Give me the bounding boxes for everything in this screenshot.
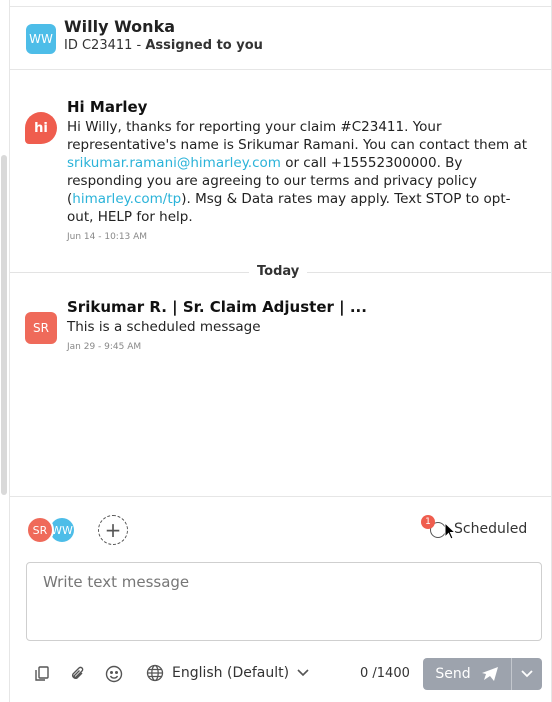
assignment-status: Assigned to you (145, 38, 263, 53)
scheduled-button[interactable]: 1 Scheduled (421, 515, 528, 541)
send-options-button[interactable] (511, 658, 542, 690)
scrollbar[interactable] (1, 155, 7, 495)
copy-icon[interactable] (32, 664, 52, 684)
message-sender: Srikumar R. | Sr. Claim Adjuster | ... (67, 298, 367, 316)
conversation-header: WW Willy Wonka ID C23411 - Assigned to y… (10, 6, 551, 70)
participant-avatar[interactable]: SR (26, 516, 54, 544)
left-rail (0, 0, 10, 702)
customer-avatar: WW (26, 24, 56, 54)
customer-name: Willy Wonka (64, 17, 175, 36)
mouse-cursor-icon (444, 522, 456, 540)
language-selector[interactable]: English (Default) (146, 664, 309, 682)
emoji-icon[interactable] (104, 664, 124, 684)
send-label: Send (435, 666, 471, 682)
globe-icon (146, 664, 164, 682)
chevron-down-icon (297, 669, 309, 677)
composer-toolbar: English (Default) 0 /1400 Send (26, 658, 542, 690)
send-button[interactable]: Send (423, 658, 511, 690)
date-divider-label: Today (249, 264, 308, 279)
scheduled-label: Scheduled (454, 521, 528, 537)
message-body: Hi Willy, thanks for reporting your clai… (67, 118, 533, 226)
message-body: This is a scheduled message (67, 319, 261, 335)
message-text: Hi Willy, thanks for reporting your clai… (67, 119, 528, 153)
add-participant-button[interactable]: + (98, 515, 128, 545)
language-label: English (Default) (172, 665, 290, 681)
scheduled-count-badge: 1 (421, 515, 435, 529)
message-timestamp: Jun 14 - 10:13 AM (67, 232, 148, 242)
paper-plane-icon (481, 667, 498, 681)
send-controls: Send (423, 658, 542, 690)
message-input[interactable] (27, 563, 541, 640)
character-counter: 0 /1400 (360, 666, 410, 681)
claim-id: ID C23411 - (64, 38, 146, 53)
message-sender: Hi Marley (67, 98, 148, 116)
conversation-subtitle: ID C23411 - Assigned to you (64, 38, 263, 53)
plus-icon: + (104, 518, 122, 542)
terms-link[interactable]: himarley.com/tp (72, 191, 181, 207)
chevron-down-icon (521, 670, 533, 678)
hi-marley-avatar: hi (25, 112, 57, 144)
avatar-initials: hi (34, 120, 48, 136)
message-composer: SR WW + 1 Scheduled English (Default) 0 … (10, 496, 551, 702)
message-input-box[interactable] (26, 562, 542, 641)
sender-avatar: SR (25, 312, 57, 344)
attachment-icon[interactable] (68, 664, 88, 684)
message-timestamp: Jan 29 - 9:45 AM (67, 342, 142, 352)
email-link[interactable]: srikumar.ramani@himarley.com (67, 155, 281, 171)
